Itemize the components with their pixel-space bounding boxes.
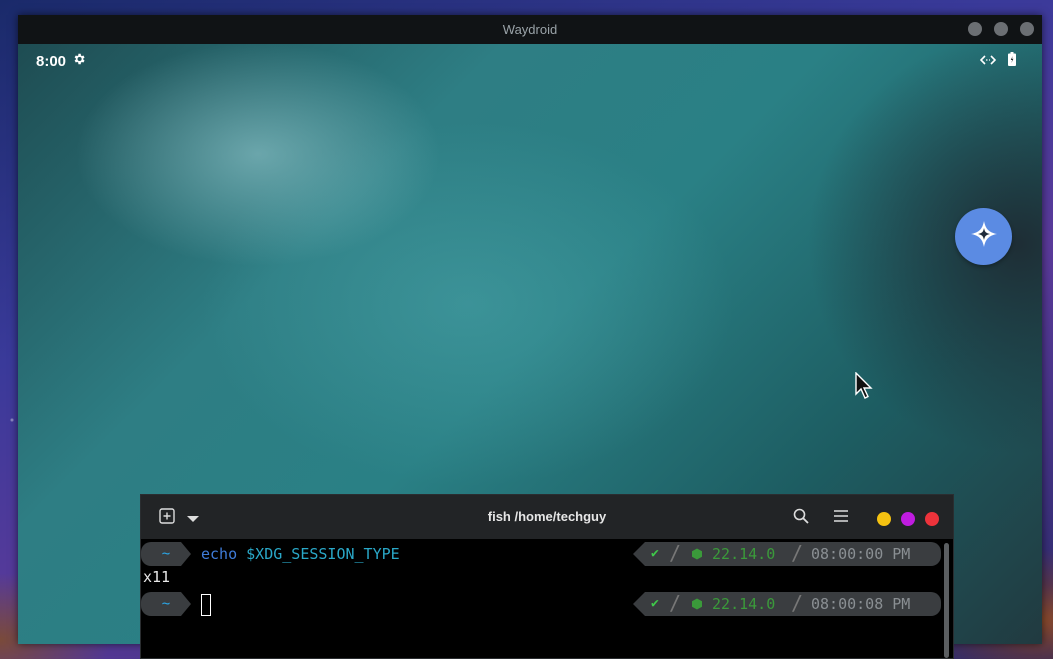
text-cursor: [201, 594, 211, 616]
waydroid-minimize-button[interactable]: [968, 22, 982, 36]
command-argument: $XDG_SESSION_TYPE: [246, 545, 400, 563]
node-version: 22.14.0: [712, 545, 776, 563]
terminal-window: fish /home/techguy ~ echo $XDG_SESSION_T…: [140, 494, 954, 659]
right-prompt: ✔ / 22.14.0 / 08:00:08 PM: [633, 592, 941, 616]
prompt-separator: /: [669, 591, 682, 615]
node-icon: [692, 598, 702, 610]
prompt-line: ~ echo $XDG_SESSION_TYPE ✔ / 22.14.0 / 0…: [141, 542, 941, 566]
command-text: echo $XDG_SESSION_TYPE: [201, 542, 400, 566]
status-check-icon: ✔: [651, 596, 659, 611]
status-bar-left: 8:00: [36, 52, 86, 70]
terminal-header[interactable]: fish /home/techguy: [141, 495, 953, 539]
terminal-header-right: [793, 508, 939, 529]
prompt-dir: ~: [141, 542, 191, 566]
terminal-scrollbar[interactable]: [944, 543, 949, 658]
prompt-time: 08:00:00 PM: [811, 545, 911, 563]
waydroid-maximize-button[interactable]: [994, 22, 1008, 36]
terminal-output-area[interactable]: ~ echo $XDG_SESSION_TYPE ✔ / 22.14.0 / 0…: [141, 539, 941, 658]
prompt-line: ~ ✔ / 22.14.0 / 08:00:08 PM: [141, 592, 941, 616]
terminal-minimize-button[interactable]: [877, 511, 891, 526]
command-keyword: echo: [201, 545, 238, 563]
code-arrows-icon: [979, 53, 997, 71]
status-bar-right: [979, 52, 1016, 71]
mouse-pointer-icon: [855, 371, 875, 405]
search-icon[interactable]: [793, 508, 809, 529]
status-clock: 8:00: [36, 52, 67, 70]
node-icon: [692, 548, 702, 560]
command-output: x11: [143, 568, 171, 586]
node-version: 22.14.0: [712, 595, 776, 613]
right-prompt: ✔ / 22.14.0 / 08:00:00 PM: [633, 542, 941, 566]
waydroid-titlebar[interactable]: Waydroid: [18, 15, 1042, 44]
prompt-time: 08:00:08 PM: [811, 595, 911, 613]
hamburger-icon[interactable]: [833, 509, 849, 528]
battery-icon: [1008, 52, 1016, 71]
terminal-maximize-button[interactable]: [901, 511, 915, 526]
node-version-segment: 22.14.0: [691, 592, 775, 616]
prompt-separator: /: [669, 541, 682, 565]
waydroid-close-button[interactable]: [1020, 22, 1034, 36]
prompt-separator: /: [791, 591, 804, 615]
node-version-segment: 22.14.0: [691, 542, 775, 566]
prompt-dir: ~: [141, 592, 191, 616]
waydroid-title: Waydroid: [502, 22, 558, 37]
prompt-separator: /: [791, 541, 804, 565]
assistant-fab-button[interactable]: [955, 208, 1012, 265]
waydroid-window-controls: [968, 22, 1034, 36]
gear-icon[interactable]: [72, 52, 86, 70]
sparkle-icon: [969, 219, 999, 254]
status-check-icon: ✔: [651, 546, 659, 561]
terminal-close-button[interactable]: [925, 511, 939, 526]
